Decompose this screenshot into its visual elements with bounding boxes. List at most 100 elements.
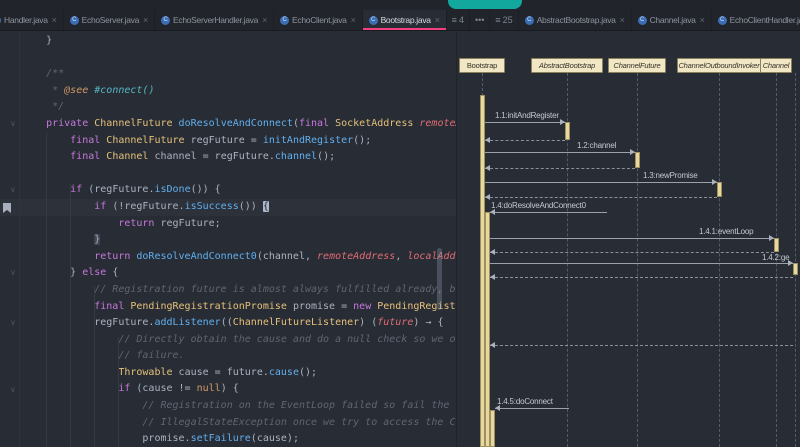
code-token: if	[22, 383, 136, 394]
tab-close-icon[interactable]: ×	[700, 15, 705, 25]
class-box[interactable]: Bootstrap	[459, 58, 505, 73]
java-class-icon: C	[161, 16, 170, 25]
message-label[interactable]: 1.1:initAndRegister	[495, 111, 559, 120]
message-line[interactable]	[490, 238, 774, 239]
editor-gutter: ∨ ∨ ∨ ∨ ∨	[0, 31, 20, 447]
tab-close-icon[interactable]: ×	[262, 15, 267, 25]
message-label[interactable]: 1.4.2:ge	[762, 253, 789, 262]
tab-close-icon[interactable]: ×	[435, 15, 440, 25]
class-box[interactable]: ChannelOutboundInvoker	[677, 58, 761, 73]
fold-arrow-icon[interactable]: ∨	[10, 185, 16, 194]
editor-scrollbar-thumb[interactable]	[437, 248, 442, 310]
activation-bar	[774, 238, 779, 252]
code-token: if	[22, 201, 112, 212]
code-token: *	[22, 85, 64, 96]
code-token: ();	[353, 135, 371, 146]
arrowhead	[630, 149, 635, 155]
toolbar-pill-button[interactable]	[448, 0, 522, 9]
fold-arrow-icon[interactable]: ∨	[10, 318, 16, 327]
java-class-icon: C	[369, 16, 378, 25]
fold-arrow-icon[interactable]: ∨	[10, 268, 16, 277]
code-token: return	[22, 251, 136, 262]
bookmark-icon[interactable]	[3, 203, 11, 213]
lifeline	[795, 73, 796, 447]
tab-close-icon[interactable]: ×	[620, 15, 625, 25]
message-line[interactable]	[490, 252, 774, 253]
code-token: if	[22, 184, 88, 195]
message-line[interactable]	[490, 277, 793, 278]
code-token: doResolveAndConnect0	[136, 251, 256, 262]
code-token: initAndRegister	[263, 135, 353, 146]
tab-label: Channel.java	[650, 15, 696, 25]
code-token: SocketAddress	[335, 118, 419, 129]
tab-label: AbstractBootstrap.java	[537, 15, 616, 25]
hidden-tabs-icon: ≡	[495, 15, 500, 25]
code-token: cause	[269, 367, 299, 378]
class-box[interactable]: Channel	[760, 58, 792, 73]
message-line[interactable]	[490, 345, 793, 346]
tab-close-icon[interactable]: ×	[351, 15, 356, 25]
editor-tab-bar: CHandler.java×CEchoServer.java×CEchoServ…	[0, 10, 800, 31]
tab-handler-java[interactable]: CHandler.java×	[0, 10, 64, 30]
tab-label: EchoServerHandler.java	[173, 15, 258, 25]
tab-echoclienthandler-java[interactable]: CEchoClientHandler.java×	[712, 10, 800, 30]
activation-bar	[717, 182, 722, 197]
code-token: regFuture.	[22, 317, 154, 328]
message-label[interactable]: 1.4.5:doConnect	[497, 397, 553, 406]
tab-label: EchoClient.java	[292, 15, 347, 25]
fold-arrow-icon[interactable]: ∨	[10, 385, 16, 394]
arrowhead	[490, 274, 495, 280]
message-line[interactable]	[485, 122, 565, 123]
code-token: (!regFuture.	[112, 201, 184, 212]
message-label[interactable]: 1.3:newPromise	[643, 171, 698, 180]
message-label[interactable]: 1.4:doResolveAndConnect0	[491, 201, 586, 210]
message-label[interactable]: 1.2:channel	[577, 141, 616, 150]
java-class-icon: C	[0, 16, 1, 25]
class-box[interactable]: AbstractBootstrap	[531, 58, 603, 73]
arrowhead	[485, 137, 490, 143]
tab-channel-java[interactable]: CChannel.java×	[632, 10, 712, 30]
message-line[interactable]	[485, 197, 717, 198]
tab-bootstrap-java[interactable]: CBootstrap.java×	[363, 10, 447, 30]
code-token: ChannelFuture	[106, 135, 190, 146]
activation-bar	[565, 122, 570, 140]
message-line[interactable]	[490, 212, 608, 213]
tab-echoserver-java[interactable]: CEchoServer.java×	[64, 10, 155, 30]
tab-close-icon[interactable]: ×	[52, 15, 57, 25]
message-line[interactable]	[485, 152, 635, 153]
hidden-tabs-count-left[interactable]: ≡4	[447, 10, 470, 30]
code-token: channel	[275, 151, 317, 162]
tab-abstractbootstrap-java[interactable]: CAbstractBootstrap.java ×	[519, 10, 632, 30]
code-token: }	[22, 267, 82, 278]
arrowhead	[485, 194, 490, 200]
tab-overflow-button[interactable]: •••	[470, 10, 490, 30]
code-token: ())	[239, 201, 263, 212]
main-toolbar	[0, 0, 800, 10]
code-token: ) (	[359, 317, 377, 328]
java-class-icon: C	[718, 16, 727, 25]
code-token: null	[197, 383, 221, 394]
lifeline	[637, 73, 638, 447]
java-class-icon: C	[525, 16, 534, 25]
tab-echoserverhandler-java[interactable]: CEchoServerHandler.java ×	[155, 10, 274, 30]
indent-guide	[46, 133, 47, 447]
hidden-tabs-count-right[interactable]: ≡25	[490, 10, 518, 30]
message-label[interactable]: 1.4.1:eventLoop	[699, 227, 753, 236]
tab-echoclient-java[interactable]: CEchoClient.java ×	[274, 10, 363, 30]
class-box[interactable]: ChannelFuture	[608, 58, 666, 73]
code-token: regFuture =	[191, 135, 263, 146]
code-token: (cause);	[251, 433, 299, 444]
sequence-diagram-panel: 1.1:initAndRegister 1.2:channel 1.3:newPro…	[456, 31, 800, 447]
indent-guide	[118, 337, 119, 447]
message-line[interactable]	[485, 140, 565, 141]
code-token: Channel	[106, 151, 154, 162]
message-line[interactable]	[485, 168, 635, 169]
fold-arrow-icon[interactable]: ∨	[10, 119, 16, 128]
message-line[interactable]	[495, 408, 570, 409]
message-line[interactable]	[485, 182, 717, 183]
code-token: ((	[221, 317, 233, 328]
message-line[interactable]	[490, 263, 793, 264]
java-class-icon: C	[280, 16, 289, 25]
tab-close-icon[interactable]: ×	[143, 15, 148, 25]
chip-label: •••	[475, 15, 484, 25]
